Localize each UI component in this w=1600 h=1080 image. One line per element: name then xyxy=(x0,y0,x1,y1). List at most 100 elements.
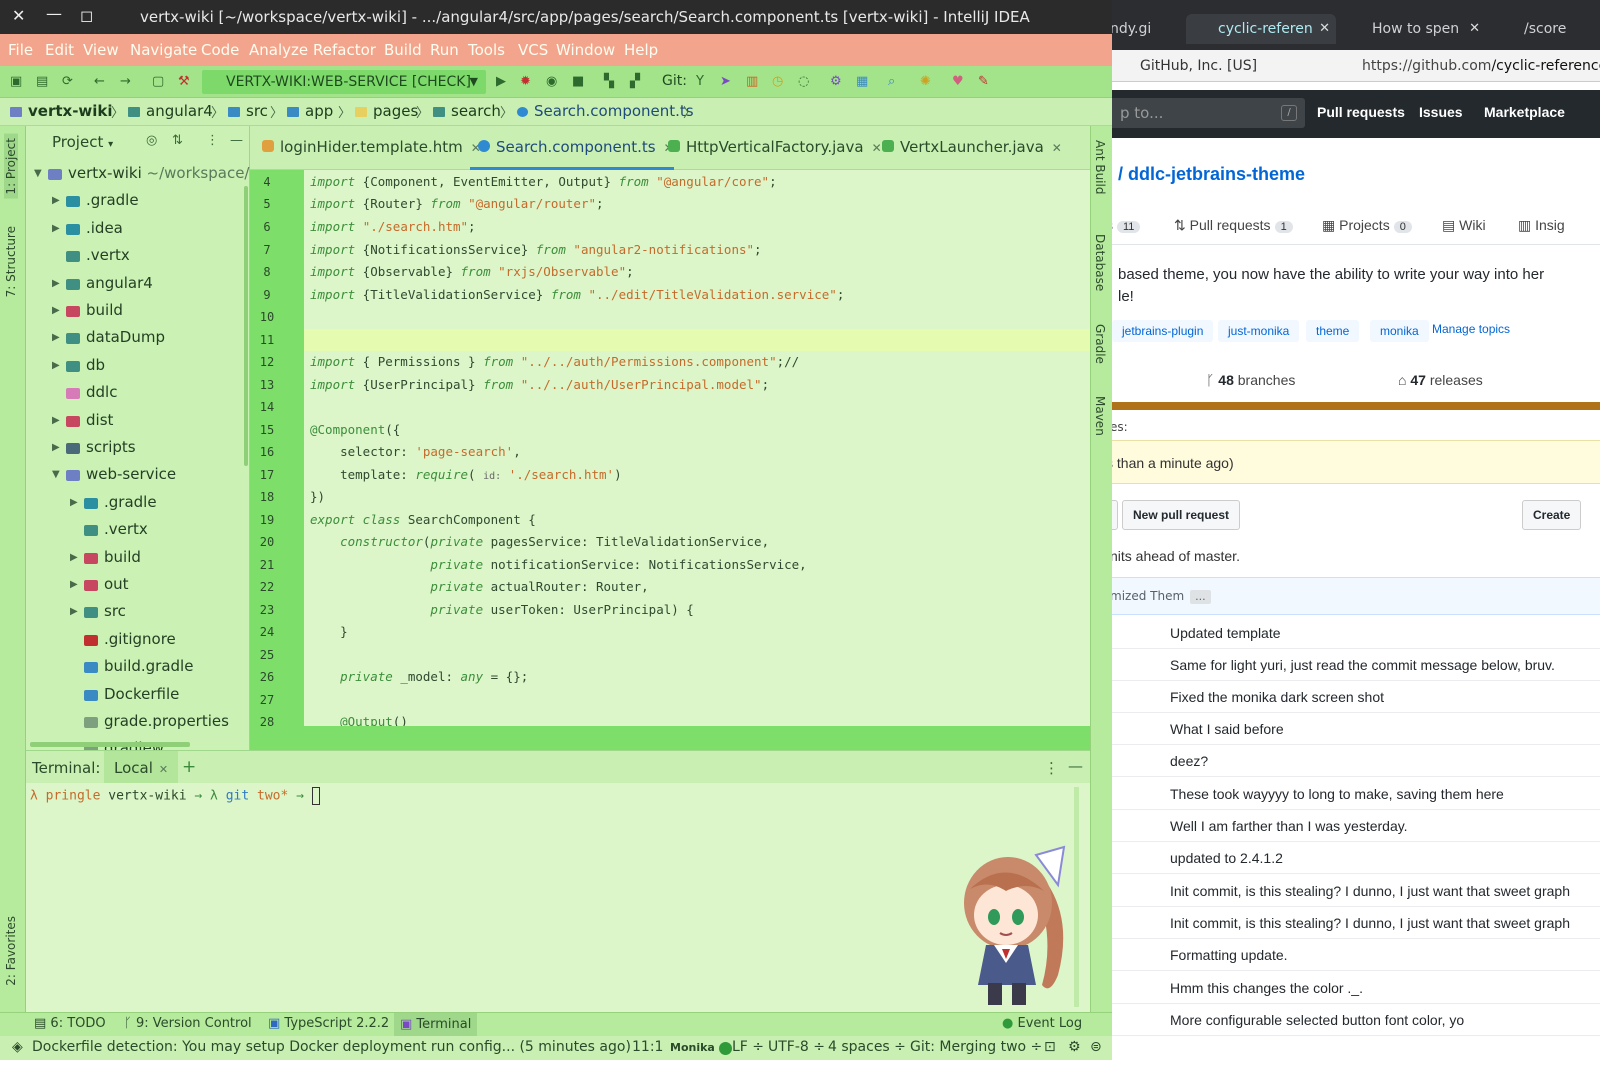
nav-issues[interactable]: Issues xyxy=(1419,104,1463,120)
tree-item[interactable]: ▶ .gradle xyxy=(26,187,250,214)
tool-window-maven[interactable]: Maven xyxy=(1093,396,1107,436)
tool-tab-version-control[interactable]: ᚴ 9: Version Control xyxy=(124,1016,252,1031)
chevron-right-icon[interactable]: ▶ xyxy=(52,352,60,379)
tab-vertxlauncher[interactable]: VertxLauncher.java ✕ xyxy=(874,136,1062,170)
menu-refactor[interactable]: Refactor xyxy=(313,41,376,59)
commit-row[interactable]: Formatting update. xyxy=(1100,939,1600,971)
hide-icon[interactable]: — xyxy=(1068,757,1083,775)
tool-tab-typescript[interactable]: ▣ TypeScript 2.2.2 xyxy=(268,1016,389,1031)
breadcrumb-item[interactable]: search xyxy=(433,102,501,120)
lock-icon[interactable]: ⊡ xyxy=(1044,1039,1056,1055)
more-icon[interactable]: ⋮ xyxy=(206,133,219,148)
breadcrumb-item[interactable]: pages xyxy=(355,102,418,120)
topic-tag[interactable]: jetbrains-plugin xyxy=(1112,320,1214,342)
chevron-right-icon[interactable]: ▶ xyxy=(52,187,60,214)
chevron-right-icon[interactable]: ▶ xyxy=(70,571,78,598)
nav-pull-requests[interactable]: Pull requests xyxy=(1317,104,1405,120)
tree-item[interactable]: ddlc xyxy=(26,379,250,406)
commit-row[interactable]: Same for light yuri, just read the commi… xyxy=(1100,649,1600,681)
breadcrumb-item[interactable]: app xyxy=(287,102,333,120)
commit-row[interactable]: Init commit, is this stealing? I dunno, … xyxy=(1100,875,1600,907)
coverage-icon[interactable]: ◉ xyxy=(546,74,557,89)
menu-vcs[interactable]: VCS xyxy=(518,41,548,59)
heart-icon[interactable]: ♥ xyxy=(952,74,964,89)
tree-item[interactable]: ▶ build xyxy=(26,297,250,324)
layout-icon[interactable]: ▚ xyxy=(604,74,614,89)
browser-tab-active[interactable]: cyclic-referen ✕ xyxy=(1186,14,1336,44)
tree-item[interactable]: ▶ .idea xyxy=(26,215,250,242)
chevron-right-icon[interactable]: ▶ xyxy=(52,270,60,297)
git-compare-icon[interactable]: ▥ xyxy=(746,74,758,89)
tree-item[interactable]: .vertx xyxy=(26,242,250,269)
commit-row[interactable]: More configurable selected button font c… xyxy=(1100,1004,1600,1036)
tab-httpverticalfactory[interactable]: HttpVerticalFactory.java ✕ xyxy=(660,136,882,170)
tree-item[interactable]: ▶ src xyxy=(26,598,250,625)
tool-tab-terminal[interactable]: ▣ Terminal xyxy=(394,1013,478,1037)
history-icon[interactable]: ◷ xyxy=(772,74,783,89)
tree-item[interactable]: ▶ dist xyxy=(26,407,250,434)
commit-row[interactable]: What I said before xyxy=(1100,713,1600,745)
close-window-icon[interactable]: ✕ xyxy=(12,6,25,25)
commit-row[interactable]: Updated template xyxy=(1100,617,1600,649)
expand-commit-button[interactable]: ... xyxy=(1190,590,1211,604)
breadcrumb-item[interactable]: Search.component.ts xyxy=(517,102,694,120)
latest-commit-message[interactable]: mized Them xyxy=(1110,589,1184,603)
collapse-icon[interactable]: ⇅ xyxy=(172,133,183,148)
menu-tools[interactable]: Tools xyxy=(468,41,505,59)
chevron-right-icon[interactable]: ▶ xyxy=(52,215,60,242)
chevron-right-icon[interactable]: ▶ xyxy=(52,297,60,324)
theme-indicator[interactable]: Monika xyxy=(670,1041,736,1055)
tree-item[interactable]: ▶ db xyxy=(26,352,250,379)
indent-select[interactable]: 4 spaces ÷ xyxy=(828,1039,906,1055)
breadcrumb-item[interactable]: vertx-wiki xyxy=(10,102,113,120)
back-icon[interactable]: ← xyxy=(94,74,105,89)
commit-row[interactable]: Well I am farther than I was yesterday. xyxy=(1100,810,1600,842)
debug-icon[interactable]: ✹ xyxy=(520,74,531,89)
tool-window-gradle[interactable]: Gradle xyxy=(1093,324,1107,364)
hide-icon[interactable]: — xyxy=(230,133,243,148)
sync-icon[interactable]: ⟳ xyxy=(62,74,73,89)
theme-brush-icon[interactable]: ✎ xyxy=(978,74,989,89)
line-separator-select[interactable]: LF ÷ xyxy=(732,1039,764,1055)
tool-tab-todo[interactable]: ▤ 6: TODO xyxy=(34,1016,106,1031)
menu-file[interactable]: File xyxy=(8,41,33,59)
menu-navigate[interactable]: Navigate xyxy=(130,41,197,59)
terminal-icon[interactable]: ▢ xyxy=(152,74,164,89)
topic-tag[interactable]: monika xyxy=(1370,320,1429,342)
run-configuration-select[interactable]: VERTX-WIKI:WEB-SERVICE [CHECK] ▼ xyxy=(202,70,486,94)
menu-build[interactable]: Build xyxy=(384,41,422,59)
more-icon[interactable]: ⋮ xyxy=(1044,759,1059,777)
menu-edit[interactable]: Edit xyxy=(45,41,74,59)
chevron-right-icon[interactable]: ▶ xyxy=(52,324,60,351)
maximize-window-icon[interactable]: ◻ xyxy=(80,6,93,25)
tree-item[interactable]: ▶ build xyxy=(26,544,250,571)
commit-row[interactable]: Init commit, is this stealing? I dunno, … xyxy=(1100,907,1600,939)
browser-tab[interactable]: ndy.gi xyxy=(1100,14,1180,44)
nav-marketplace[interactable]: Marketplace xyxy=(1484,104,1565,120)
open-icon[interactable]: ▣ xyxy=(10,74,22,89)
target-icon[interactable]: ◎ xyxy=(146,133,157,148)
close-icon[interactable]: ✕ xyxy=(1469,14,1480,44)
chevron-down-icon[interactable]: ▼ xyxy=(52,461,60,488)
topic-tag[interactable]: just-monika xyxy=(1218,320,1300,342)
search-icon[interactable]: ⌕ xyxy=(888,74,895,89)
releases-stat[interactable]: ⌂ 47 releases xyxy=(1398,372,1483,388)
tree-item[interactable]: .vertx xyxy=(26,516,250,543)
status-icon[interactable]: ◈ xyxy=(12,1039,23,1055)
repo-tab-pull-requests[interactable]: ⇅ Pull requests 1 xyxy=(1174,217,1293,234)
search-input[interactable]: p to... / xyxy=(1100,98,1305,128)
chevron-right-icon[interactable]: ▶ xyxy=(52,434,60,461)
repo-tab-projects[interactable]: ▦ Projects 0 xyxy=(1322,217,1412,234)
close-icon[interactable]: ✕ xyxy=(1319,14,1330,44)
chevron-right-icon[interactable]: ▶ xyxy=(70,544,78,571)
settings-icon[interactable]: ⚙ xyxy=(830,74,842,89)
create-file-button[interactable]: Create xyxy=(1522,500,1582,530)
tree-item[interactable]: ▶ dataDump xyxy=(26,324,250,351)
tool-window-ant-build[interactable]: Ant Build xyxy=(1093,140,1107,194)
tool-window-project[interactable]: 1: Project xyxy=(4,134,18,199)
menu-code[interactable]: Code xyxy=(201,41,239,59)
browser-tab[interactable]: How to spen ✕ xyxy=(1340,14,1486,44)
branches-stat[interactable]: ᚴ 48 branches xyxy=(1206,372,1295,388)
memory-icon[interactable]: ⊜ xyxy=(1090,1039,1102,1055)
forward-icon[interactable]: → xyxy=(120,74,131,89)
